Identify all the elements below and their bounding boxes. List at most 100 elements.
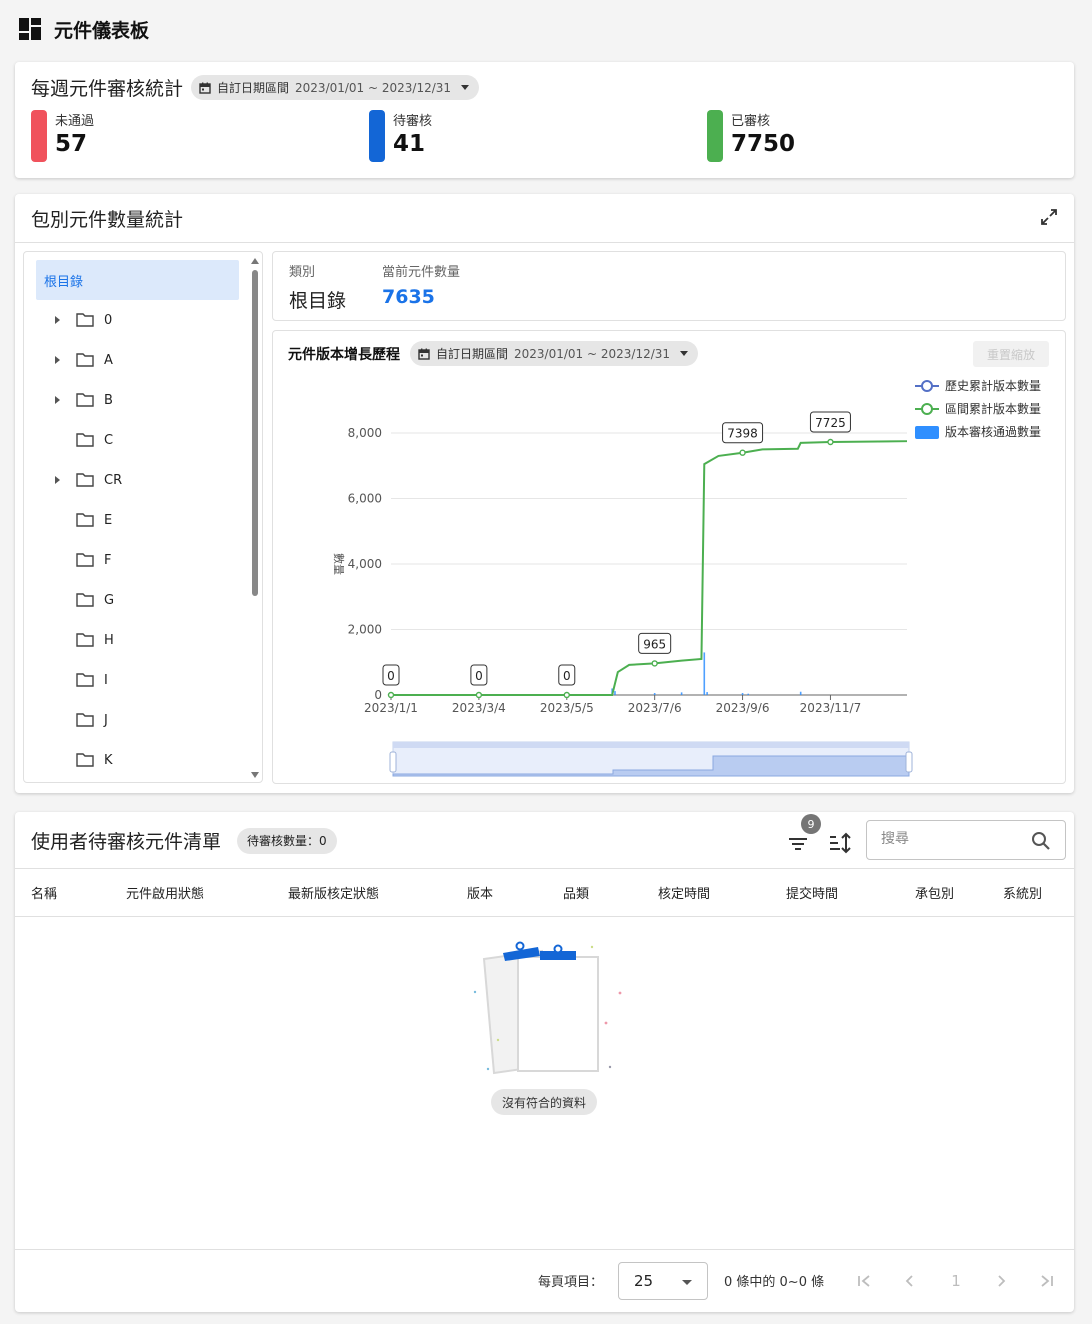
- tree-item-b[interactable]: B: [50, 380, 113, 420]
- column-header-approved-time[interactable]: 核定時間: [658, 883, 710, 902]
- scroll-up-arrow[interactable]: [251, 258, 259, 264]
- tree-item-label: F: [104, 552, 112, 568]
- tree-item-label: C: [104, 432, 114, 448]
- rows-per-page-value: 25: [634, 1272, 654, 1290]
- expand-arrow-icon[interactable]: [50, 396, 64, 404]
- approval-bar: [741, 693, 744, 695]
- sort-icon[interactable]: [827, 830, 853, 856]
- approval-bar: [703, 652, 706, 695]
- next-page-icon[interactable]: [989, 1269, 1013, 1293]
- weekly-date-range-chip[interactable]: 自訂日期區間 2023/01/01 ~ 2023/12/31: [191, 75, 480, 100]
- data-label: 0: [563, 669, 571, 683]
- tree-item-g[interactable]: G: [50, 580, 114, 620]
- component-count-label: 當前元件數量: [382, 265, 461, 280]
- category-label: 類別: [289, 265, 316, 280]
- stat-approved-value: 7750: [731, 131, 796, 157]
- expand-arrow-icon[interactable]: [50, 316, 64, 324]
- column-header-approval-status[interactable]: 最新版核定狀態: [288, 883, 379, 902]
- chart-range-label: 自訂日期區間: [436, 347, 509, 361]
- tree-item-a[interactable]: A: [50, 340, 113, 380]
- stat-approved: 已審核 7750: [707, 110, 795, 162]
- line-point: [563, 691, 570, 699]
- expand-arrow-icon[interactable]: [50, 476, 64, 484]
- tree-item-label: A: [104, 352, 113, 368]
- divider: [15, 868, 1074, 869]
- column-header-contractor[interactable]: 承包別: [915, 883, 954, 902]
- search-input[interactable]: [881, 831, 1021, 847]
- stat-pending-label: 待審核: [393, 114, 433, 129]
- stat-pending-bar: [369, 110, 385, 162]
- tree-item-e[interactable]: E: [50, 500, 112, 540]
- approval-bar: [706, 692, 708, 695]
- chevron-down-icon: [461, 85, 470, 90]
- divider: [15, 916, 1074, 917]
- line-point: [387, 691, 395, 699]
- folder-icon: [76, 353, 94, 367]
- data-label: 0: [387, 669, 395, 683]
- tree-item-c[interactable]: C: [50, 420, 113, 460]
- tree-item-j[interactable]: J: [50, 700, 108, 740]
- data-label: 7725: [815, 416, 846, 430]
- pagination-range-text: 0 條中的 0~0 條: [724, 1275, 825, 1290]
- page-header: 元件儀表板: [18, 14, 149, 44]
- tree-item-0[interactable]: 0: [50, 300, 112, 340]
- data-label: 7398: [727, 427, 758, 441]
- category-value: 根目錄: [289, 290, 347, 312]
- filter-icon[interactable]: [785, 830, 811, 856]
- filter-count-badge: 9: [801, 814, 821, 834]
- chart-canvas: 0 2,000 4,000 6,000 8,000 2023/1/1 2023/3/4 202…: [332, 378, 1041, 777]
- column-header-submitted-time[interactable]: 提交時間: [786, 883, 838, 902]
- rows-per-page-select[interactable]: 25: [618, 1262, 708, 1300]
- tree-item-label: B: [104, 392, 113, 408]
- package-title: 包別元件數量統計: [31, 209, 184, 231]
- stat-rejected-bar: [31, 110, 47, 162]
- folder-icon: [76, 713, 94, 727]
- first-page-icon[interactable]: [852, 1269, 876, 1293]
- column-header-enable-status[interactable]: 元件啟用狀態: [126, 883, 204, 902]
- folder-icon: [76, 513, 94, 527]
- chart-title: 元件版本增長歷程: [288, 346, 400, 363]
- zoom-handle-right: [905, 751, 913, 773]
- pending-count-chip: 待審核數量：0: [237, 827, 337, 854]
- tree-scrollbar[interactable]: [251, 256, 259, 780]
- approval-bar: [799, 691, 802, 695]
- column-header-system[interactable]: 系統別: [1003, 883, 1042, 902]
- line-point: [475, 691, 483, 699]
- tree-root-item[interactable]: 根目錄: [36, 260, 239, 300]
- legend-marker: [921, 380, 933, 392]
- scroll-thumb[interactable]: [252, 270, 258, 596]
- data-label: 965: [643, 637, 666, 651]
- column-header-name[interactable]: 名稱: [31, 883, 57, 902]
- column-header-category[interactable]: 品類: [563, 883, 589, 902]
- search-icon[interactable]: [1031, 831, 1051, 851]
- tree-item-i[interactable]: I: [50, 660, 108, 700]
- chevron-down-icon: [680, 351, 689, 356]
- tree-item-cr[interactable]: CR: [50, 460, 122, 500]
- weekly-range-value: 2023/01/01 ~ 2023/12/31: [295, 80, 452, 95]
- expand-icon[interactable]: [1040, 208, 1058, 226]
- tree-item-h[interactable]: H: [50, 620, 114, 660]
- tree-item-label: J: [104, 712, 108, 728]
- x-tick-label: 2023/11/7: [800, 701, 862, 715]
- weekly-range-label: 自訂日期區間: [217, 81, 290, 95]
- tree-item-label: G: [104, 592, 115, 608]
- zoom-handle-left: [389, 751, 397, 773]
- folder-icon: [76, 673, 94, 687]
- tree-item-f[interactable]: F: [50, 540, 111, 580]
- prev-page-icon[interactable]: [898, 1269, 922, 1293]
- calendar-icon: [418, 348, 430, 360]
- expand-arrow-icon[interactable]: [50, 356, 64, 364]
- tree-item-k[interactable]: K: [50, 740, 113, 780]
- scroll-down-arrow[interactable]: [251, 772, 259, 778]
- reset-zoom-button[interactable]: 重置縮放: [973, 341, 1049, 367]
- current-page-number: 1: [951, 1272, 961, 1290]
- legend-label: 歷史累計版本數量: [945, 378, 1041, 393]
- folder-icon: [76, 393, 94, 407]
- folder-icon: [76, 313, 94, 327]
- chart-date-range-chip[interactable]: 自訂日期區間 2023/01/01 ~ 2023/12/31: [410, 341, 699, 366]
- column-header-version[interactable]: 版本: [467, 883, 493, 902]
- x-tick-label: 2023/1/1: [364, 701, 418, 715]
- y-tick-label: 4,000: [348, 557, 382, 571]
- last-page-icon[interactable]: [1035, 1269, 1059, 1293]
- zoom-slider-top-bar: [393, 742, 909, 748]
